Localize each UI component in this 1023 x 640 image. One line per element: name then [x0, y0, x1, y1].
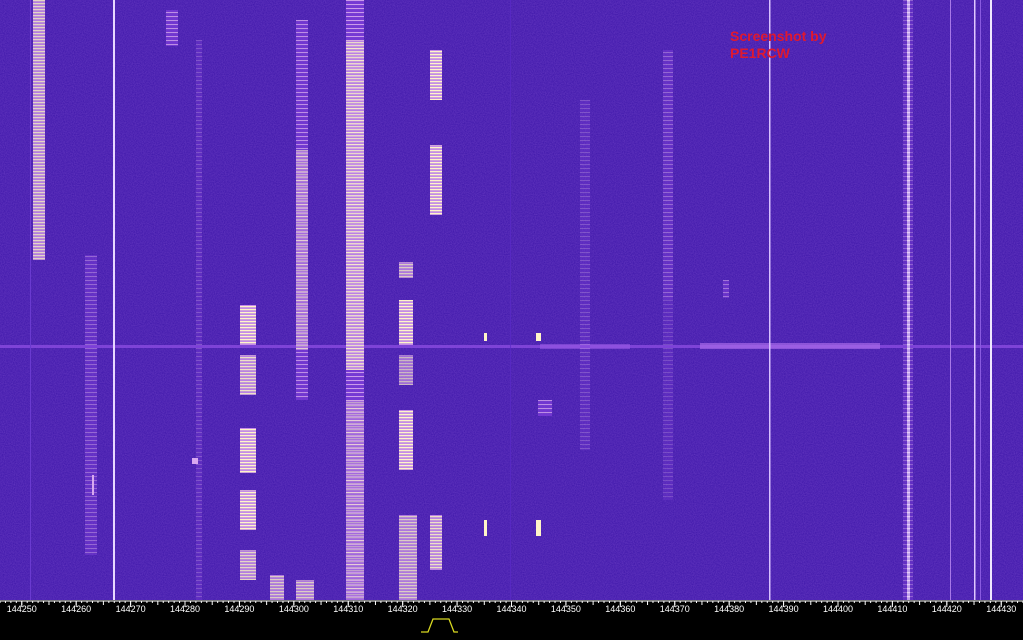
tick-label: 144390: [769, 604, 799, 614]
tick-label: 144310: [333, 604, 363, 614]
watermark-line-2: PE1RCW: [730, 45, 790, 61]
tick-label: 144290: [224, 604, 254, 614]
tick-label: 144270: [116, 604, 146, 614]
waterfall-canvas: [0, 0, 1023, 600]
tick-label: 144320: [388, 604, 418, 614]
tick-label: 144410: [877, 604, 907, 614]
passband-filter-icon[interactable]: [421, 618, 458, 633]
tick-label: 144370: [660, 604, 690, 614]
tick-label: 144420: [932, 604, 962, 614]
tick-label: 144400: [823, 604, 853, 614]
waterfall-display[interactable]: Screenshot by PE1RCW: [0, 0, 1023, 600]
watermark-text: Screenshot by PE1RCW: [730, 28, 826, 62]
tick-label: 144430: [986, 604, 1016, 614]
tick-label: 144280: [170, 604, 200, 614]
tick-label: 144250: [7, 604, 37, 614]
tick-label: 144380: [714, 604, 744, 614]
frequency-scale-axis: 144250 144260 144270 144280 144290 144300 1443…: [0, 600, 1023, 633]
tick-label: 144340: [496, 604, 526, 614]
watermark-line-1: Screenshot by: [730, 28, 827, 44]
tick-label: 144300: [279, 604, 309, 614]
tick-label: 144350: [551, 604, 581, 614]
frequency-scale[interactable]: 144250 144260 144270 144280 144290 144300 1443…: [0, 600, 1023, 640]
tick-label: 144260: [61, 604, 91, 614]
tick-label: 144360: [605, 604, 635, 614]
tick-label: 144330: [442, 604, 472, 614]
